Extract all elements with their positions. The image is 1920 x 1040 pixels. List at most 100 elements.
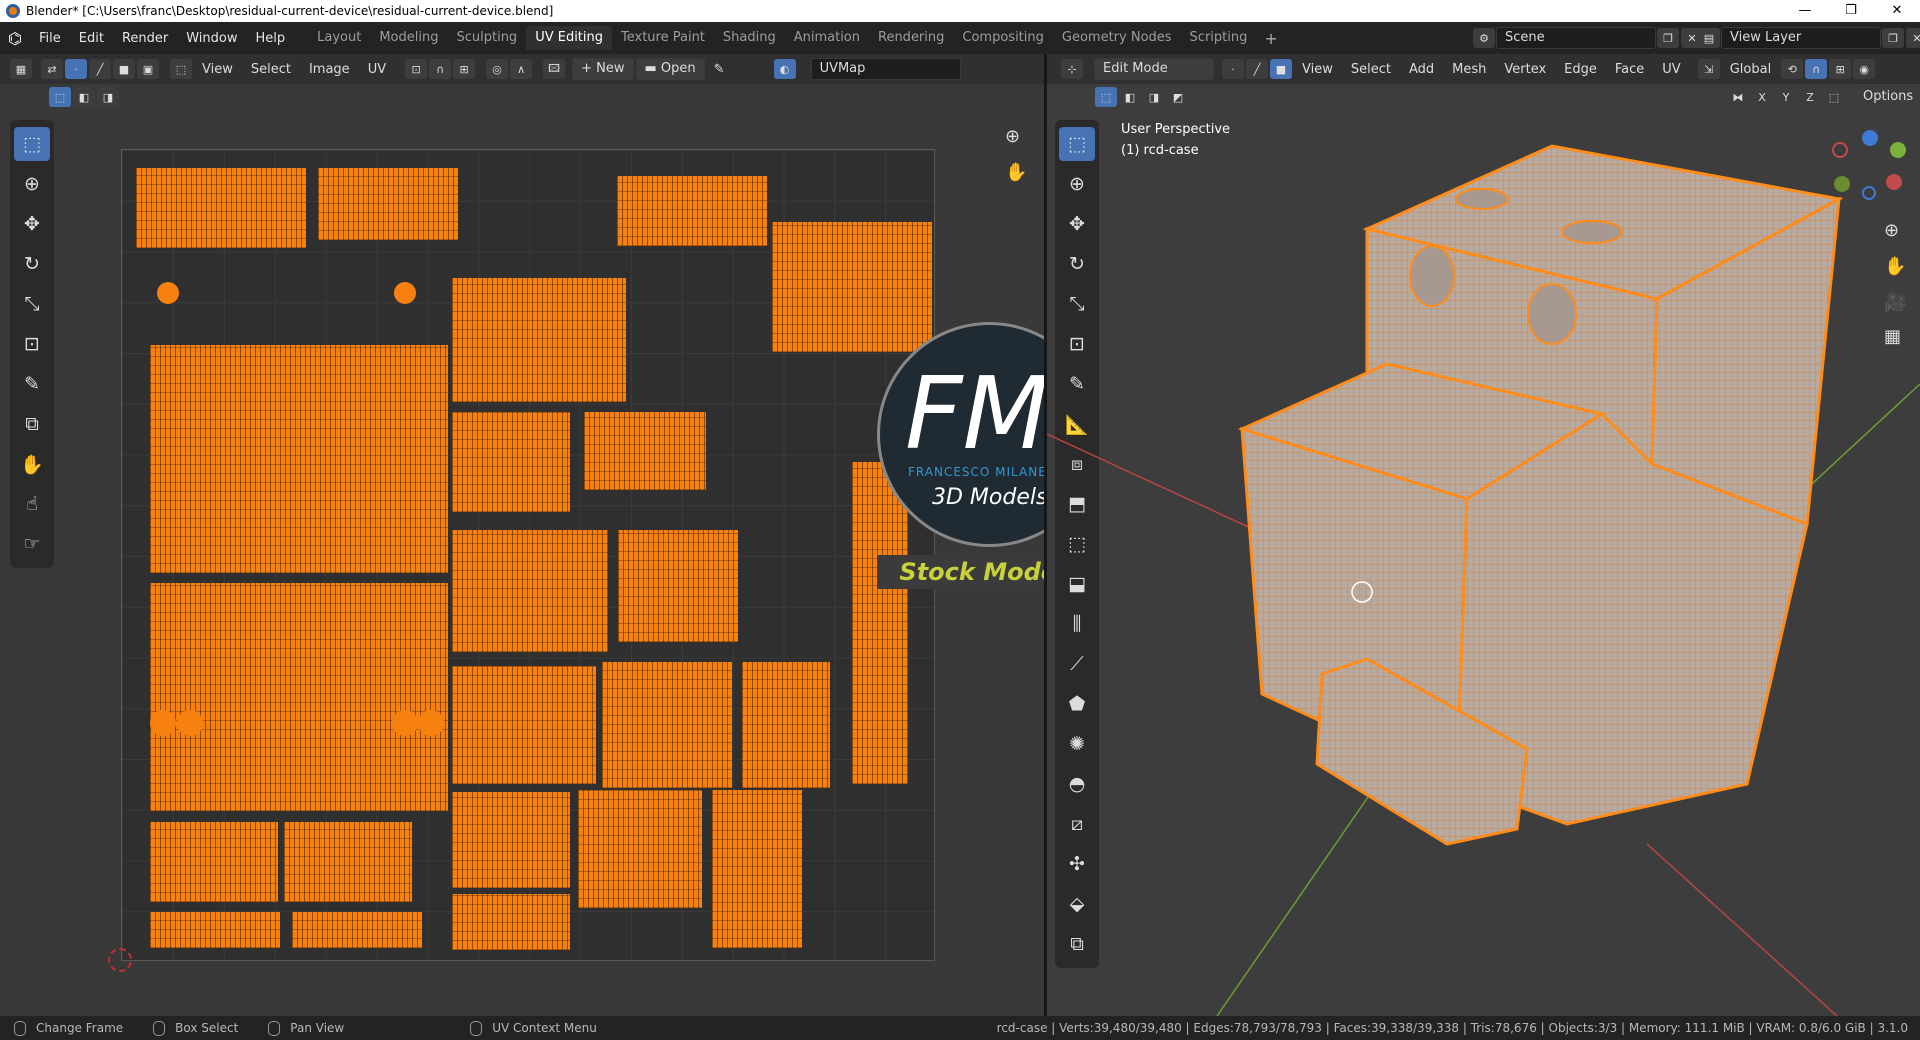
uv-menu-image[interactable]: Image <box>300 62 359 77</box>
uv-island[interactable] <box>284 822 412 902</box>
uvmap-field[interactable]: UVMap <box>810 58 961 80</box>
snap-toggle-icon[interactable]: ∩ <box>1805 59 1828 79</box>
menu-render[interactable]: Render <box>113 31 177 46</box>
menu-help[interactable]: Help <box>247 31 295 46</box>
vp-menu-select[interactable]: Select <box>1342 62 1400 77</box>
close-button[interactable]: ✕ <box>1874 0 1920 22</box>
sticky-select-icon[interactable]: ⬚ <box>170 59 192 79</box>
select-box-tool-icon[interactable]: ⬚ <box>14 127 50 161</box>
camera-view-icon[interactable]: 🎥 <box>1884 292 1906 313</box>
2d-cursor-icon[interactable] <box>108 948 132 972</box>
tab-rendering[interactable]: Rendering <box>869 26 953 50</box>
snap-icon[interactable]: ∩ <box>429 59 452 79</box>
uv-island[interactable] <box>150 583 448 811</box>
edge-select-icon[interactable]: ╱ <box>89 59 111 79</box>
uv-island[interactable] <box>452 530 608 652</box>
mode-selector[interactable]: Edit Mode <box>1094 58 1214 80</box>
uv-menu-view[interactable]: View <box>193 62 242 77</box>
vp-menu-face[interactable]: Face <box>1606 62 1653 77</box>
select-new-icon[interactable]: ⬚ <box>49 87 71 107</box>
snap-settings-icon[interactable]: ⊞ <box>1829 59 1852 79</box>
uv-island[interactable] <box>852 462 908 784</box>
navigation-gizmo[interactable] <box>1820 130 1910 210</box>
open-image-button[interactable]: ▬ Open <box>635 58 705 80</box>
pan-view-icon[interactable]: ✋ <box>1005 162 1027 183</box>
view-layer-field[interactable]: View Layer <box>1721 27 1881 49</box>
gizmo-z-axis-icon[interactable] <box>1862 130 1878 146</box>
island-select-icon[interactable]: ▣ <box>137 59 159 79</box>
pin-icon[interactable]: ✎ <box>705 62 734 77</box>
uv-island[interactable] <box>318 168 458 240</box>
proportional-edit-icon[interactable]: ◎ <box>486 59 509 79</box>
viewport-editor-type-icon[interactable]: ⊹ <box>1061 59 1083 79</box>
scene-icon[interactable]: ⚙ <box>1473 28 1495 48</box>
uv-island[interactable] <box>712 790 802 948</box>
remove-view-layer-icon[interactable]: ✕ <box>1906 28 1920 48</box>
uv-island[interactable] <box>150 710 176 736</box>
uv-menu-select[interactable]: Select <box>242 62 300 77</box>
uv-island[interactable] <box>772 222 932 352</box>
viewport-scene[interactable] <box>1047 84 1920 1016</box>
menu-file[interactable]: File <box>30 31 70 46</box>
uv-island[interactable] <box>452 666 596 784</box>
cursor-tool-icon[interactable]: ⊕ <box>14 167 50 201</box>
tab-shading[interactable]: Shading <box>714 26 785 50</box>
scale-tool-icon[interactable]: ⤡ <box>14 287 50 321</box>
relax-tool-icon[interactable]: ☝ <box>14 487 50 521</box>
uv-island[interactable] <box>452 412 570 512</box>
face-select-icon[interactable]: ■ <box>113 59 135 79</box>
edge-mode-icon[interactable]: ╱ <box>1246 59 1268 79</box>
viewport-pan-icon[interactable]: ✋ <box>1884 256 1906 277</box>
vp-menu-edge[interactable]: Edge <box>1555 62 1606 77</box>
menu-window[interactable]: Window <box>177 31 246 46</box>
vertex-mode-icon[interactable]: · <box>1222 59 1244 79</box>
tab-modeling[interactable]: Modeling <box>370 26 447 50</box>
maximize-button[interactable]: ❐ <box>1828 0 1874 22</box>
vp-menu-vertex[interactable]: Vertex <box>1495 62 1555 77</box>
annotate-tool-icon[interactable]: ✎ <box>14 367 50 401</box>
uv-island[interactable] <box>452 278 626 402</box>
tab-sculpting[interactable]: Sculpting <box>447 26 526 50</box>
viewport-zoom-icon[interactable]: ⊕ <box>1884 220 1899 241</box>
overlay-icon[interactable]: ◐ <box>773 59 796 79</box>
uv-island[interactable] <box>150 822 278 902</box>
tab-layout[interactable]: Layout <box>308 26 370 50</box>
pivot-icon[interactable]: ⊡ <box>405 59 428 79</box>
tab-scripting[interactable]: Scripting <box>1181 26 1257 50</box>
uv-island[interactable] <box>157 282 179 304</box>
gizmo-neg-z-icon[interactable] <box>1862 186 1876 200</box>
blender-menu-icon[interactable]: ⌬ <box>0 29 30 48</box>
uv-island[interactable] <box>136 168 306 248</box>
scene-field[interactable]: Scene <box>1496 27 1656 49</box>
uv-island[interactable] <box>742 662 830 788</box>
uv-grid[interactable] <box>121 149 935 961</box>
image-browse-icon[interactable]: 🖾 <box>543 59 566 79</box>
rotate-tool-icon[interactable]: ↻ <box>14 247 50 281</box>
uv-island[interactable] <box>292 912 422 948</box>
uv-island[interactable] <box>618 530 738 642</box>
uv-island[interactable] <box>394 282 416 304</box>
new-view-layer-icon[interactable]: ❐ <box>1882 28 1904 48</box>
gizmo-y-axis-icon[interactable] <box>1890 142 1906 158</box>
new-scene-icon[interactable]: ❐ <box>1657 28 1679 48</box>
grab-tool-icon[interactable]: ✋ <box>14 447 50 481</box>
vp-menu-mesh[interactable]: Mesh <box>1443 62 1495 77</box>
editor-type-icon[interactable]: ▦ <box>10 59 32 79</box>
uv-island[interactable] <box>578 790 702 908</box>
tab-animation[interactable]: Animation <box>785 26 869 50</box>
tab-geometry-nodes[interactable]: Geometry Nodes <box>1053 26 1181 50</box>
uv-island[interactable] <box>584 412 706 490</box>
uv-island[interactable] <box>392 710 418 736</box>
select-extend-icon[interactable]: ◧ <box>73 87 95 107</box>
uv-island[interactable] <box>177 710 203 736</box>
vp-menu-uv[interactable]: UV <box>1653 62 1689 77</box>
proportional-icon[interactable]: ◉ <box>1853 59 1876 79</box>
uv-menu-uv[interactable]: UV <box>359 62 395 77</box>
uv-island[interactable] <box>452 792 570 888</box>
pivot-point-icon[interactable]: ⟲ <box>1781 59 1804 79</box>
uv-island[interactable] <box>452 894 570 950</box>
uv-island[interactable] <box>150 345 448 573</box>
face-mode-icon[interactable]: ■ <box>1270 59 1292 79</box>
tab-uv-editing[interactable]: UV Editing <box>526 26 613 50</box>
gizmo-neg-x-icon[interactable] <box>1832 142 1848 158</box>
